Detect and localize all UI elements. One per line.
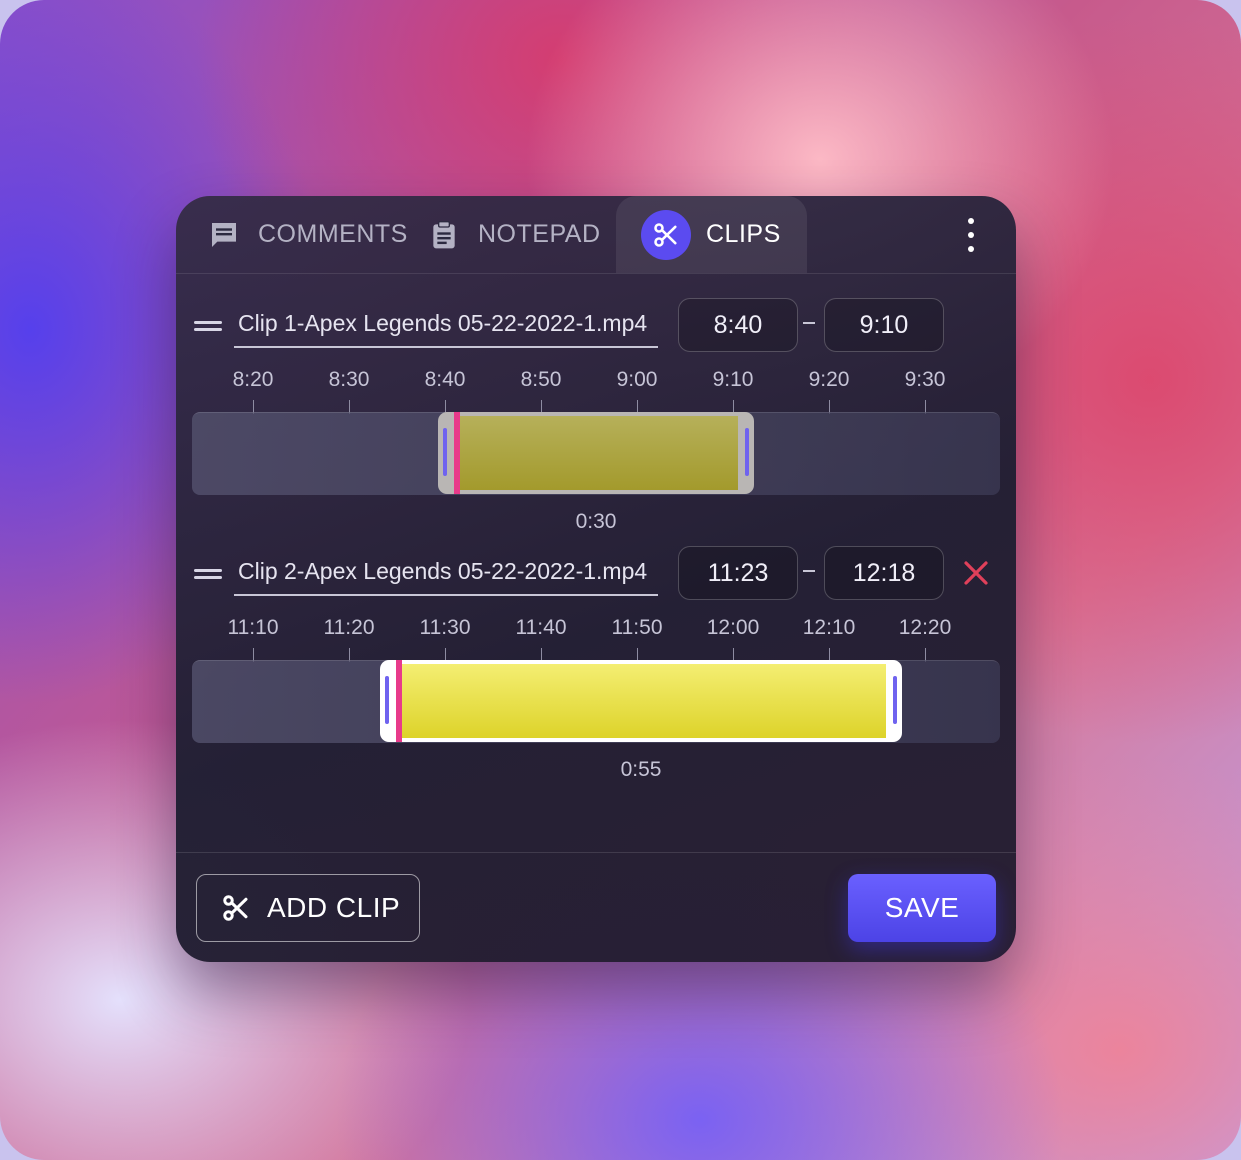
close-icon[interactable] [962, 559, 990, 587]
footer-divider [176, 852, 1016, 853]
clipboard-icon [428, 219, 460, 251]
tab-clips-label: CLIPS [706, 220, 781, 248]
tick-label: 9:10 [712, 368, 754, 391]
tick-label: 11:50 [611, 616, 663, 639]
tick-label: 9:30 [904, 368, 946, 391]
add-clip-button[interactable]: ADD CLIP [196, 874, 420, 942]
trim-handle-start[interactable] [443, 428, 447, 476]
playhead[interactable] [454, 412, 460, 494]
tab-notepad[interactable]: NOTEPAD [428, 196, 601, 273]
clip-duration: 0:30 [575, 510, 617, 533]
clip-selection[interactable] [380, 660, 902, 742]
tick-label: 9:00 [616, 368, 658, 391]
drag-handle-icon[interactable] [194, 319, 222, 333]
clip-selection-fill [454, 416, 738, 490]
trim-handle-end[interactable] [745, 428, 749, 476]
tab-comments-label: COMMENTS [258, 220, 408, 248]
timeline-ticks: 11:10 11:20 11:30 11:40 11:50 12:00 12:1… [176, 616, 1016, 662]
clip-end-time-input[interactable]: 9:10 [824, 298, 944, 352]
time-range-separator [803, 570, 815, 572]
playhead[interactable] [396, 660, 402, 742]
clip-name-input[interactable]: Clip 2-Apex Legends 05-22-2022-1.mp4 [234, 548, 658, 596]
tick-label: 8:50 [520, 368, 562, 391]
tick-label: 11:10 [227, 616, 279, 639]
clips-panel: COMMENTS NOTEPAD CLIPS Clip 1-Apex Legen… [176, 196, 1016, 962]
timeline-track[interactable] [192, 660, 1000, 743]
time-range-separator [803, 322, 815, 324]
tab-comments[interactable]: COMMENTS [208, 196, 408, 273]
tick-label: 12:20 [898, 616, 952, 639]
tick-label: 9:20 [808, 368, 850, 391]
clip-end-time-input[interactable]: 12:18 [824, 546, 944, 600]
tick-label: 11:20 [323, 616, 375, 639]
tick-label: 12:00 [706, 616, 760, 639]
tick-label: 8:30 [328, 368, 370, 391]
clip-name-input[interactable]: Clip 1-Apex Legends 05-22-2022-1.mp4 [234, 300, 658, 348]
scissors-icon [221, 893, 251, 923]
tick-label: 12:10 [802, 616, 856, 639]
clip-selection-fill [396, 664, 886, 738]
timeline-track[interactable] [192, 412, 1000, 495]
clip-duration: 0:55 [620, 758, 662, 781]
save-button[interactable]: SAVE [848, 874, 996, 942]
clip-selection[interactable] [438, 412, 754, 494]
more-vertical-icon[interactable] [961, 218, 981, 252]
add-clip-label: ADD CLIP [267, 892, 401, 923]
tick-label: 8:20 [232, 368, 274, 391]
tick-label: 11:40 [515, 616, 567, 639]
comment-icon [208, 219, 240, 251]
timeline-ticks: 8:20 8:30 8:40 8:50 9:00 9:10 9:20 9:30 [176, 368, 1016, 414]
trim-handle-end[interactable] [893, 676, 897, 724]
tick-label: 8:40 [424, 368, 466, 391]
scissors-icon [641, 209, 691, 260]
trim-handle-start[interactable] [385, 676, 389, 724]
drag-handle-icon[interactable] [194, 567, 222, 581]
tab-notepad-label: NOTEPAD [478, 220, 601, 248]
tick-label: 11:30 [419, 616, 471, 639]
clip-start-time-input[interactable]: 11:23 [678, 546, 798, 600]
clip-start-time-input[interactable]: 8:40 [678, 298, 798, 352]
tab-clips[interactable]: CLIPS [616, 196, 807, 273]
tab-bar: COMMENTS NOTEPAD CLIPS [176, 196, 1016, 274]
